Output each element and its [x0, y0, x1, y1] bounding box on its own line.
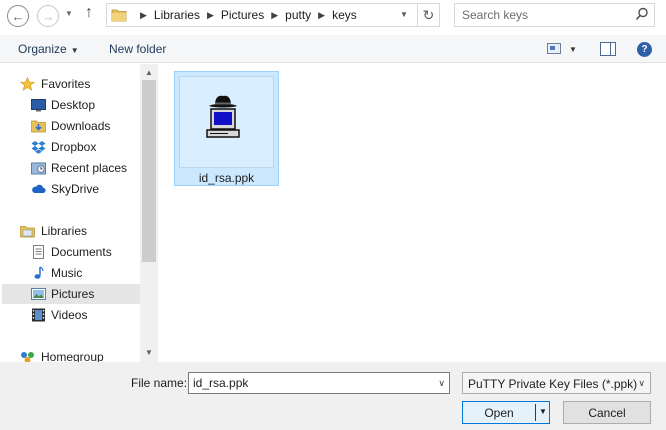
- breadcrumb-libraries[interactable]: Libraries: [154, 8, 200, 22]
- putty-key-file-icon: [206, 95, 240, 138]
- nav-label: Libraries: [41, 224, 88, 238]
- nav-videos[interactable]: Videos: [0, 305, 140, 325]
- address-toolbar: ← → ▼ ↑ ▶ Libraries ▶ Pictures ▶ putty ▶…: [0, 0, 666, 33]
- breadcrumb-putty[interactable]: putty: [285, 8, 311, 22]
- nav-label: Videos: [51, 308, 88, 322]
- search-input[interactable]: [455, 4, 633, 26]
- breadcrumb-pictures[interactable]: Pictures: [221, 8, 264, 22]
- breadcrumb-separator-icon[interactable]: ▶: [140, 10, 147, 21]
- nav-label: Recent places: [51, 161, 128, 175]
- libraries-icon: [20, 226, 35, 238]
- file-type-select[interactable]: PuTTY Private Key Files (*.ppk) ∨: [462, 372, 651, 394]
- search-icon[interactable]: [635, 7, 649, 21]
- navigation-pane: Favorites Desktop Downloads Dropbox Rece…: [0, 64, 158, 362]
- file-name-combobox[interactable]: ∨: [188, 372, 450, 394]
- new-folder-button[interactable]: New folder: [109, 42, 166, 56]
- nav-label: Homegroup: [41, 350, 104, 362]
- nav-homegroup[interactable]: Homegroup: [0, 347, 140, 362]
- music-note-icon: [34, 266, 44, 279]
- skydrive-cloud-icon: [32, 184, 46, 193]
- breadcrumb-separator-icon[interactable]: ▶: [271, 10, 278, 21]
- organize-label: Organize: [18, 42, 67, 56]
- scrollbar-thumb[interactable]: [142, 80, 156, 262]
- arrow-left-icon: ←: [11, 8, 25, 24]
- nav-label: Desktop: [51, 98, 96, 112]
- nav-recent-places[interactable]: Recent places: [0, 158, 140, 178]
- nav-label: Favorites: [41, 77, 91, 91]
- folder-icon: [111, 9, 127, 22]
- address-dropdown-button[interactable]: ▼: [400, 10, 408, 19]
- nav-libraries[interactable]: Libraries: [0, 221, 140, 241]
- file-list: id_rsa.ppk: [158, 64, 666, 362]
- nav-label: Music: [51, 266, 83, 280]
- file-type-value: PuTTY Private Key Files (*.ppk): [468, 377, 638, 391]
- cancel-button[interactable]: Cancel: [563, 401, 651, 424]
- file-name-input[interactable]: [189, 373, 429, 393]
- search-box[interactable]: [454, 3, 655, 27]
- organize-button[interactable]: Organize ▼: [18, 42, 79, 56]
- chevron-down-icon[interactable]: ∨: [638, 378, 645, 389]
- pictures-icon: [31, 288, 46, 300]
- chevron-down-icon[interactable]: ∨: [438, 378, 445, 389]
- videos-film-icon: [32, 308, 45, 322]
- nav-label: Documents: [51, 245, 112, 259]
- nav-music[interactable]: Music: [0, 263, 140, 283]
- recent-locations-dropdown[interactable]: ▼: [65, 9, 73, 18]
- split-divider: [535, 404, 536, 421]
- change-view-icon[interactable]: [547, 43, 561, 54]
- star-icon: [20, 77, 35, 91]
- nav-label: Pictures: [51, 287, 95, 301]
- documents-icon: [33, 245, 44, 259]
- nav-downloads[interactable]: Downloads: [0, 116, 140, 136]
- refresh-button[interactable]: ↻: [417, 4, 439, 26]
- desktop-icon: [31, 99, 46, 112]
- nav-label: Downloads: [51, 119, 111, 133]
- homegroup-icon: [21, 352, 34, 362]
- nav-favorites[interactable]: Favorites: [0, 74, 140, 94]
- command-bar: Organize ▼ New folder ▼ ?: [0, 35, 666, 63]
- scroll-down-icon[interactable]: ▼: [145, 348, 153, 357]
- scroll-up-icon[interactable]: ▲: [145, 68, 153, 77]
- open-button[interactable]: Open ▼: [462, 401, 550, 424]
- nav-dropbox[interactable]: Dropbox: [0, 137, 140, 157]
- forward-button[interactable]: →: [37, 5, 59, 27]
- downloads-folder-icon: [31, 120, 46, 133]
- arrow-right-icon: →: [41, 8, 55, 24]
- open-options-dropdown-icon[interactable]: ▼: [539, 407, 547, 416]
- chevron-down-icon: ▼: [70, 46, 79, 55]
- preview-pane-icon[interactable]: [600, 42, 616, 56]
- nav-label: SkyDrive: [51, 182, 100, 196]
- open-button-label: Open: [484, 406, 514, 420]
- up-one-level-button[interactable]: ↑: [85, 4, 93, 22]
- nav-label: Dropbox: [51, 140, 97, 154]
- view-options-dropdown[interactable]: ▼: [569, 45, 577, 54]
- file-name-caption: File name:: [131, 376, 188, 390]
- nav-skydrive[interactable]: SkyDrive: [0, 179, 140, 199]
- breadcrumb-keys[interactable]: keys: [332, 8, 357, 22]
- breadcrumb-separator-icon[interactable]: ▶: [207, 10, 214, 21]
- nav-desktop[interactable]: Desktop: [0, 95, 140, 115]
- nav-documents[interactable]: Documents: [0, 242, 140, 262]
- breadcrumb-separator-icon[interactable]: ▶: [318, 10, 325, 21]
- address-bar[interactable]: ▶ Libraries ▶ Pictures ▶ putty ▶ keys ▼ …: [106, 3, 440, 27]
- recent-places-icon: [31, 162, 46, 175]
- dropbox-icon: [31, 141, 46, 154]
- file-name-label: id_rsa.ppk: [198, 171, 255, 185]
- refresh-icon: ↻: [422, 6, 435, 23]
- breadcrumb: ▶ Libraries ▶ Pictures ▶ putty ▶ keys: [133, 4, 357, 26]
- file-dialog-footer: File name: ∨ PuTTY Private Key Files (*.…: [0, 362, 666, 430]
- help-icon[interactable]: ?: [637, 42, 652, 57]
- nav-pictures[interactable]: Pictures: [2, 284, 140, 304]
- back-button[interactable]: ←: [7, 5, 29, 27]
- file-item[interactable]: id_rsa.ppk: [174, 71, 279, 186]
- nav-scrollbar[interactable]: ▲ ▼: [140, 64, 158, 362]
